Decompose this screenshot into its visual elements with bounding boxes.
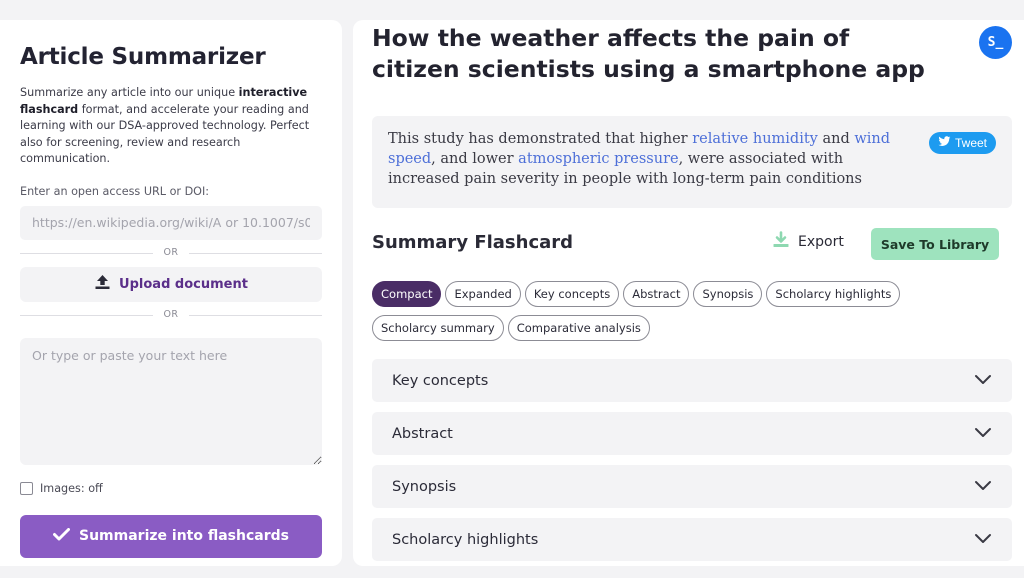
or-divider-2: OR [20,309,322,321]
key-finding-box: This study has demonstrated that higher … [372,116,1012,208]
images-label: Images: off [40,481,103,495]
export-label: Export [798,234,844,250]
text-input[interactable] [20,337,322,465]
view-mode-chips: Compact Expanded Key concepts Abstract S… [372,281,912,341]
images-toggle-row: Images: off [20,481,322,495]
input-panel: Article Summarizer Summarize any article… [0,20,342,566]
images-checkbox[interactable] [20,481,33,495]
check-icon [53,527,70,545]
or-divider: OR [20,247,322,259]
url-label: Enter an open access URL or DOI: [20,184,210,198]
highlight-relative-humidity[interactable]: relative humidity [692,131,818,147]
chip-abstract[interactable]: Abstract [623,281,690,307]
or-label-2: OR [153,309,189,320]
summarize-label: Summarize into flashcards [79,528,289,544]
or-label: OR [153,247,189,258]
section-label: Scholarcy highlights [392,531,539,548]
finding-text-3: , and lower [431,151,519,167]
chip-compact[interactable]: Compact [372,281,442,307]
tweet-button[interactable]: Tweet [929,132,996,154]
result-panel: How the weather affects the pain of citi… [353,20,1024,566]
section-label: Synopsis [392,478,457,495]
app-description: Summarize any article into our unique in… [20,85,322,168]
section-synopsis[interactable]: Synopsis [372,465,1012,508]
chevron-down-icon [974,532,992,548]
section-abstract[interactable]: Abstract [372,412,1012,455]
chip-synopsis[interactable]: Synopsis [693,281,763,307]
download-icon [772,231,790,253]
section-label: Key concepts [392,372,489,389]
section-scholarcy-highlights[interactable]: Scholarcy highlights [372,518,1012,561]
chip-scholarcy-summary[interactable]: Scholarcy summary [372,315,504,341]
section-key-concepts[interactable]: Key concepts [372,359,1012,402]
summary-flashcard-title: Summary Flashcard [372,232,574,253]
twitter-bird-icon [938,136,951,150]
description-text: Summarize any article into our unique [20,86,239,99]
tweet-label: Tweet [954,136,987,150]
url-input[interactable] [20,205,322,240]
highlight-atmospheric-pressure[interactable]: atmospheric pressure [518,151,678,167]
article-title: How the weather affects the pain of citi… [372,24,925,83]
finding-text-2: and [817,131,855,147]
export-button[interactable]: Export [772,231,844,253]
chip-comparative-analysis[interactable]: Comparative analysis [507,315,650,341]
summarize-button[interactable]: Summarize into flashcards [20,514,322,558]
chip-expanded[interactable]: Expanded [445,281,521,307]
chip-scholarcy-highlights[interactable]: Scholarcy highlights [766,281,901,307]
app-title: Article Summarizer [20,44,266,70]
section-label: Abstract [392,425,453,442]
upload-label: Upload document [119,276,248,292]
finding-text-1: This study has demonstrated that higher [388,131,693,147]
chevron-down-icon [974,479,992,495]
chevron-down-icon [974,373,992,389]
chip-key-concepts[interactable]: Key concepts [524,281,620,307]
save-to-library-button[interactable]: Save To Library [871,228,999,260]
flashcard-sections: Key concepts Abstract Synopsis Scholarcy… [372,359,1012,566]
upload-icon [94,274,111,294]
avatar[interactable]: S_ [979,26,1012,59]
chevron-down-icon [974,426,992,442]
key-finding-text: This study has demonstrated that higher … [388,129,916,189]
upload-document-button[interactable]: Upload document [20,266,322,302]
